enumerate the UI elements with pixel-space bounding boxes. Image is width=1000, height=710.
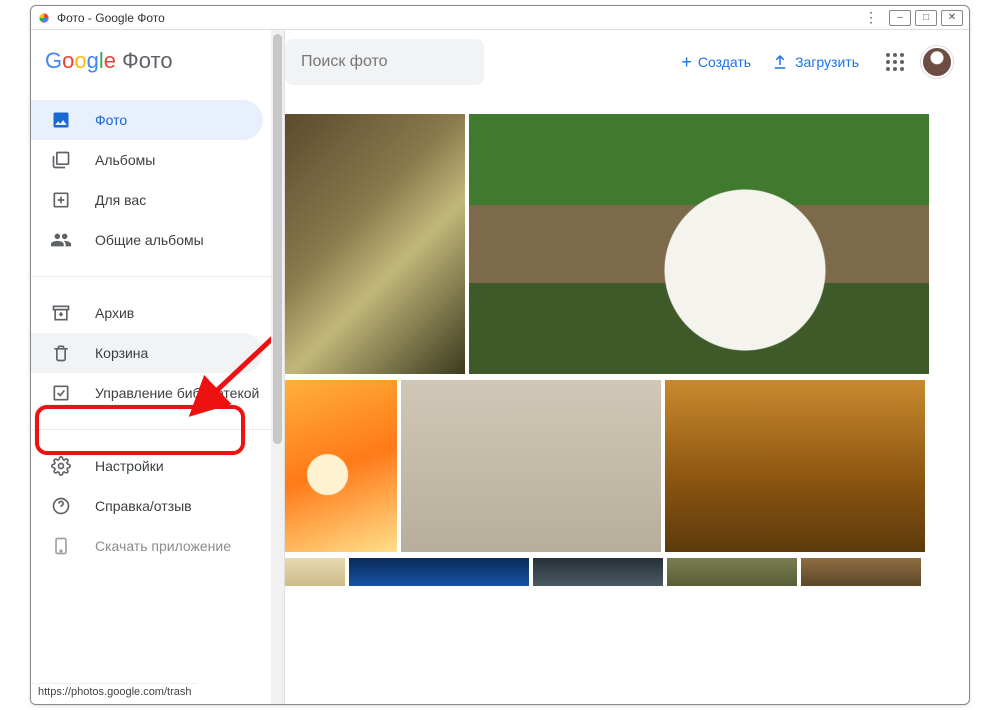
shared-icon [49, 228, 73, 252]
photo-thumbnail[interactable] [401, 380, 661, 552]
sidebar-item-albums[interactable]: Альбомы [31, 140, 263, 180]
status-bar-url: https://photos.google.com/trash [32, 683, 197, 703]
logo-suffix: Фото [122, 48, 173, 74]
albums-icon [49, 148, 73, 172]
gear-icon [49, 454, 73, 478]
sidebar-item-settings[interactable]: Настройки [31, 446, 263, 486]
scrollbar-thumb[interactable] [273, 34, 282, 444]
upload-icon [771, 53, 789, 71]
sidebar-item-label: Фото [95, 112, 127, 129]
search-input[interactable] [301, 53, 468, 71]
window-maximize-button[interactable]: □ [915, 10, 937, 26]
sidebar-divider [31, 276, 271, 277]
account-avatar[interactable] [921, 46, 953, 78]
google-wordmark: Google [45, 48, 116, 74]
for-you-icon [49, 188, 73, 212]
sidebar-item-download-app[interactable]: Скачать приложение [31, 526, 263, 566]
photo-thumbnail[interactable] [801, 558, 921, 586]
window-minimize-button[interactable]: – [889, 10, 911, 26]
archive-icon [49, 301, 73, 325]
library-icon [49, 381, 73, 405]
photo-thumbnail[interactable] [665, 380, 925, 552]
sidebar-item-trash[interactable]: Корзина [31, 333, 263, 373]
window-more-button[interactable]: ⋮ [861, 9, 881, 26]
sidebar-item-help[interactable]: Справка/отзыв [31, 486, 263, 526]
sidebar-item-label: Архив [95, 305, 134, 322]
google-photos-icon [37, 11, 51, 25]
sidebar-item-label: Общие альбомы [95, 232, 204, 249]
help-icon [49, 494, 73, 518]
sidebar-item-label: Управление библиотекой [95, 385, 259, 402]
window-title: Фото - Google Фото [57, 11, 165, 25]
search-box[interactable] [285, 39, 484, 85]
sidebar-item-label: Скачать приложение [95, 538, 231, 555]
titlebar: Фото - Google Фото ⋮ – □ ✕ [31, 6, 969, 30]
create-button[interactable]: + Создать [681, 52, 751, 73]
image-icon [49, 108, 73, 132]
sidebar-item-photos[interactable]: Фото [31, 100, 263, 140]
sidebar-item-label: Справка/отзыв [95, 498, 192, 515]
sidebar-item-label: Корзина [95, 345, 148, 362]
sidebar-scrollbar[interactable] [271, 30, 285, 704]
photo-thumbnail[interactable] [469, 114, 929, 374]
upload-button-label: Загрузить [795, 54, 859, 70]
upload-button[interactable]: Загрузить [771, 53, 859, 71]
photo-thumbnail[interactable] [533, 558, 663, 586]
sidebar-item-label: Для вас [95, 192, 146, 209]
photo-thumbnail[interactable] [285, 380, 397, 552]
google-apps-icon[interactable] [883, 50, 907, 74]
sidebar-item-for-you[interactable]: Для вас [31, 180, 263, 220]
photo-grid [285, 94, 969, 592]
header: + Создать Загрузить [285, 30, 969, 94]
photo-thumbnail[interactable] [285, 114, 465, 374]
sidebar-item-label: Настройки [95, 458, 164, 475]
google-photos-logo[interactable]: Google Фото [31, 44, 271, 96]
sidebar-item-library-management[interactable]: Управление библиотекой [31, 373, 263, 413]
sidebar: Google Фото Фото Альбомы [31, 30, 271, 704]
window-close-button[interactable]: ✕ [941, 10, 963, 26]
photo-thumbnail[interactable] [667, 558, 797, 586]
photo-thumbnail[interactable] [285, 558, 345, 586]
sidebar-divider [31, 429, 271, 430]
sidebar-item-archive[interactable]: Архив [31, 293, 263, 333]
download-icon [49, 534, 73, 558]
sidebar-item-label: Альбомы [95, 152, 155, 169]
app-window: Фото - Google Фото ⋮ – □ ✕ Google Фото Ф… [30, 5, 970, 705]
main-content: + Создать Загрузить [285, 30, 969, 704]
photo-thumbnail[interactable] [349, 558, 529, 586]
trash-icon [49, 341, 73, 365]
sidebar-item-shared[interactable]: Общие альбомы [31, 220, 263, 260]
create-button-label: Создать [698, 54, 751, 70]
